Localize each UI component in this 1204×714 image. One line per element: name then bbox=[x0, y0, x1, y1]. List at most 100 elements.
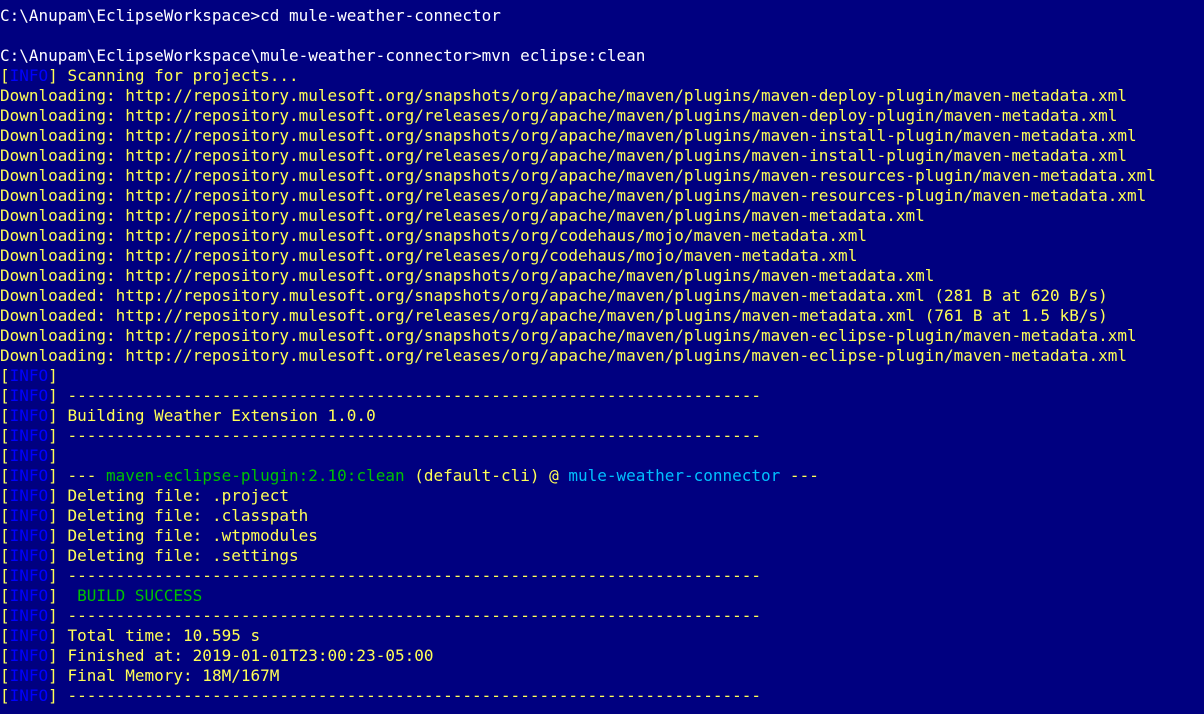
terminal-line: Downloading: http://repository.mulesoft.… bbox=[0, 326, 1204, 346]
terminal-line: [INFO] ---------------------------------… bbox=[0, 426, 1204, 446]
command-text: C:\Anupam\EclipseWorkspace>cd mule-weath… bbox=[0, 6, 501, 25]
log-text: Downloading: http://repository.mulesoft.… bbox=[0, 166, 1156, 185]
terminal-line: [INFO] ---------------------------------… bbox=[0, 566, 1204, 586]
info-tag: INFO bbox=[9, 486, 49, 505]
bracket: ] bbox=[48, 466, 58, 485]
plugin-goal-text: maven-eclipse-plugin:2.10:clean bbox=[105, 466, 405, 485]
log-text: Deleting file: .settings bbox=[57, 546, 299, 565]
terminal-line: [INFO] Building Weather Extension 1.0.0 bbox=[0, 406, 1204, 426]
terminal-line: Downloading: http://repository.mulesoft.… bbox=[0, 226, 1204, 246]
info-tag: INFO bbox=[9, 466, 49, 485]
bracket: [ bbox=[0, 426, 10, 445]
bracket: ] bbox=[48, 446, 58, 465]
info-tag: INFO bbox=[9, 506, 49, 525]
log-text: Final Memory: 18M/167M bbox=[57, 666, 280, 685]
log-text: Scanning for projects... bbox=[57, 66, 299, 85]
mojo-prefix: --- bbox=[57, 466, 106, 485]
info-tag: INFO bbox=[9, 606, 49, 625]
bracket: ] bbox=[48, 406, 58, 425]
terminal-line: [INFO] Total time: 10.595 s bbox=[0, 626, 1204, 646]
log-text: ----------------------------------------… bbox=[57, 606, 762, 625]
info-tag: INFO bbox=[9, 626, 49, 645]
terminal-line: Downloaded: http://repository.mulesoft.o… bbox=[0, 306, 1204, 326]
log-text: Deleting file: .project bbox=[57, 486, 289, 505]
terminal-line: [INFO] bbox=[0, 366, 1204, 386]
terminal-line: Downloading: http://repository.mulesoft.… bbox=[0, 106, 1204, 126]
bracket: [ bbox=[0, 446, 10, 465]
terminal-line: Downloading: http://repository.mulesoft.… bbox=[0, 86, 1204, 106]
log-text: Downloaded: http://repository.mulesoft.o… bbox=[0, 306, 1108, 325]
terminal-line: [INFO] Deleting file: .project bbox=[0, 486, 1204, 506]
terminal-line: [INFO] Deleting file: .classpath bbox=[0, 506, 1204, 526]
bracket: [ bbox=[0, 606, 10, 625]
bracket: [ bbox=[0, 406, 10, 425]
log-text: Downloading: http://repository.mulesoft.… bbox=[0, 326, 1137, 345]
bracket: ] bbox=[48, 366, 58, 385]
terminal-line: Downloading: http://repository.mulesoft.… bbox=[0, 126, 1204, 146]
info-tag: INFO bbox=[9, 406, 49, 425]
bracket: ] bbox=[48, 586, 58, 605]
bracket: ] bbox=[48, 426, 58, 445]
terminal-line: Downloading: http://repository.mulesoft.… bbox=[0, 266, 1204, 286]
info-tag: INFO bbox=[9, 566, 49, 585]
terminal-line: Downloading: http://repository.mulesoft.… bbox=[0, 206, 1204, 226]
bracket: ] bbox=[48, 386, 58, 405]
log-text: Finished at: 2019-01-01T23:00:23-05:00 bbox=[57, 646, 434, 665]
info-tag: INFO bbox=[9, 546, 49, 565]
info-tag: INFO bbox=[9, 646, 49, 665]
log-text: Downloaded: http://repository.mulesoft.o… bbox=[0, 286, 1108, 305]
terminal-line: Downloading: http://repository.mulesoft.… bbox=[0, 146, 1204, 166]
info-tag: INFO bbox=[9, 66, 49, 85]
terminal-line: C:\Anupam\EclipseWorkspace>cd mule-weath… bbox=[0, 6, 1204, 26]
log-text: ----------------------------------------… bbox=[57, 386, 762, 405]
terminal-line: Downloading: http://repository.mulesoft.… bbox=[0, 166, 1204, 186]
bracket: [ bbox=[0, 566, 10, 585]
mojo-suffix: --- bbox=[780, 466, 819, 485]
info-tag: INFO bbox=[9, 366, 49, 385]
log-text: Building Weather Extension 1.0.0 bbox=[57, 406, 376, 425]
bracket: [ bbox=[0, 686, 10, 705]
bracket: [ bbox=[0, 586, 10, 605]
info-tag: INFO bbox=[9, 386, 49, 405]
bracket: [ bbox=[0, 66, 10, 85]
bracket: ] bbox=[48, 626, 58, 645]
terminal-line: Downloading: http://repository.mulesoft.… bbox=[0, 246, 1204, 266]
bracket: [ bbox=[0, 486, 10, 505]
terminal-line: [INFO] BUILD SUCCESS bbox=[0, 586, 1204, 606]
bracket: ] bbox=[48, 666, 58, 685]
terminal-line: [INFO] --- maven-eclipse-plugin:2.10:cle… bbox=[0, 466, 1204, 486]
terminal-line: [INFO] ---------------------------------… bbox=[0, 606, 1204, 626]
bracket: [ bbox=[0, 506, 10, 525]
log-text: Deleting file: .wtpmodules bbox=[57, 526, 318, 545]
bracket: ] bbox=[48, 486, 58, 505]
log-text: ----------------------------------------… bbox=[57, 566, 762, 585]
terminal-window[interactable]: C:\Anupam\EclipseWorkspace>cd mule-weath… bbox=[0, 0, 1204, 714]
info-tag: INFO bbox=[9, 686, 49, 705]
terminal-line: [INFO] ---------------------------------… bbox=[0, 386, 1204, 406]
info-tag: INFO bbox=[9, 526, 49, 545]
log-text: Downloading: http://repository.mulesoft.… bbox=[0, 266, 935, 285]
bracket: ] bbox=[48, 526, 58, 545]
terminal-line: [INFO] Deleting file: .settings bbox=[0, 546, 1204, 566]
bracket: [ bbox=[0, 646, 10, 665]
info-tag: INFO bbox=[9, 426, 49, 445]
mojo-middle: (default-cli) @ bbox=[404, 466, 569, 485]
bracket: ] bbox=[48, 606, 58, 625]
command-text: C:\Anupam\EclipseWorkspace\mule-weather-… bbox=[0, 46, 646, 65]
bracket: ] bbox=[48, 546, 58, 565]
bracket: [ bbox=[0, 666, 10, 685]
log-text: Downloading: http://repository.mulesoft.… bbox=[0, 106, 1118, 125]
bracket: [ bbox=[0, 466, 10, 485]
log-text: ----------------------------------------… bbox=[57, 426, 762, 445]
terminal-line: [INFO] bbox=[0, 446, 1204, 466]
info-tag: INFO bbox=[9, 666, 49, 685]
bracket: [ bbox=[0, 526, 10, 545]
bracket: ] bbox=[48, 686, 58, 705]
terminal-line: [INFO] Finished at: 2019-01-01T23:00:23-… bbox=[0, 646, 1204, 666]
bracket: ] bbox=[48, 646, 58, 665]
log-text: Downloading: http://repository.mulesoft.… bbox=[0, 146, 1128, 165]
log-text: Downloading: http://repository.mulesoft.… bbox=[0, 126, 1137, 145]
log-text: Downloading: http://repository.mulesoft.… bbox=[0, 86, 1128, 105]
terminal-line: [INFO] Final Memory: 18M/167M bbox=[0, 666, 1204, 686]
